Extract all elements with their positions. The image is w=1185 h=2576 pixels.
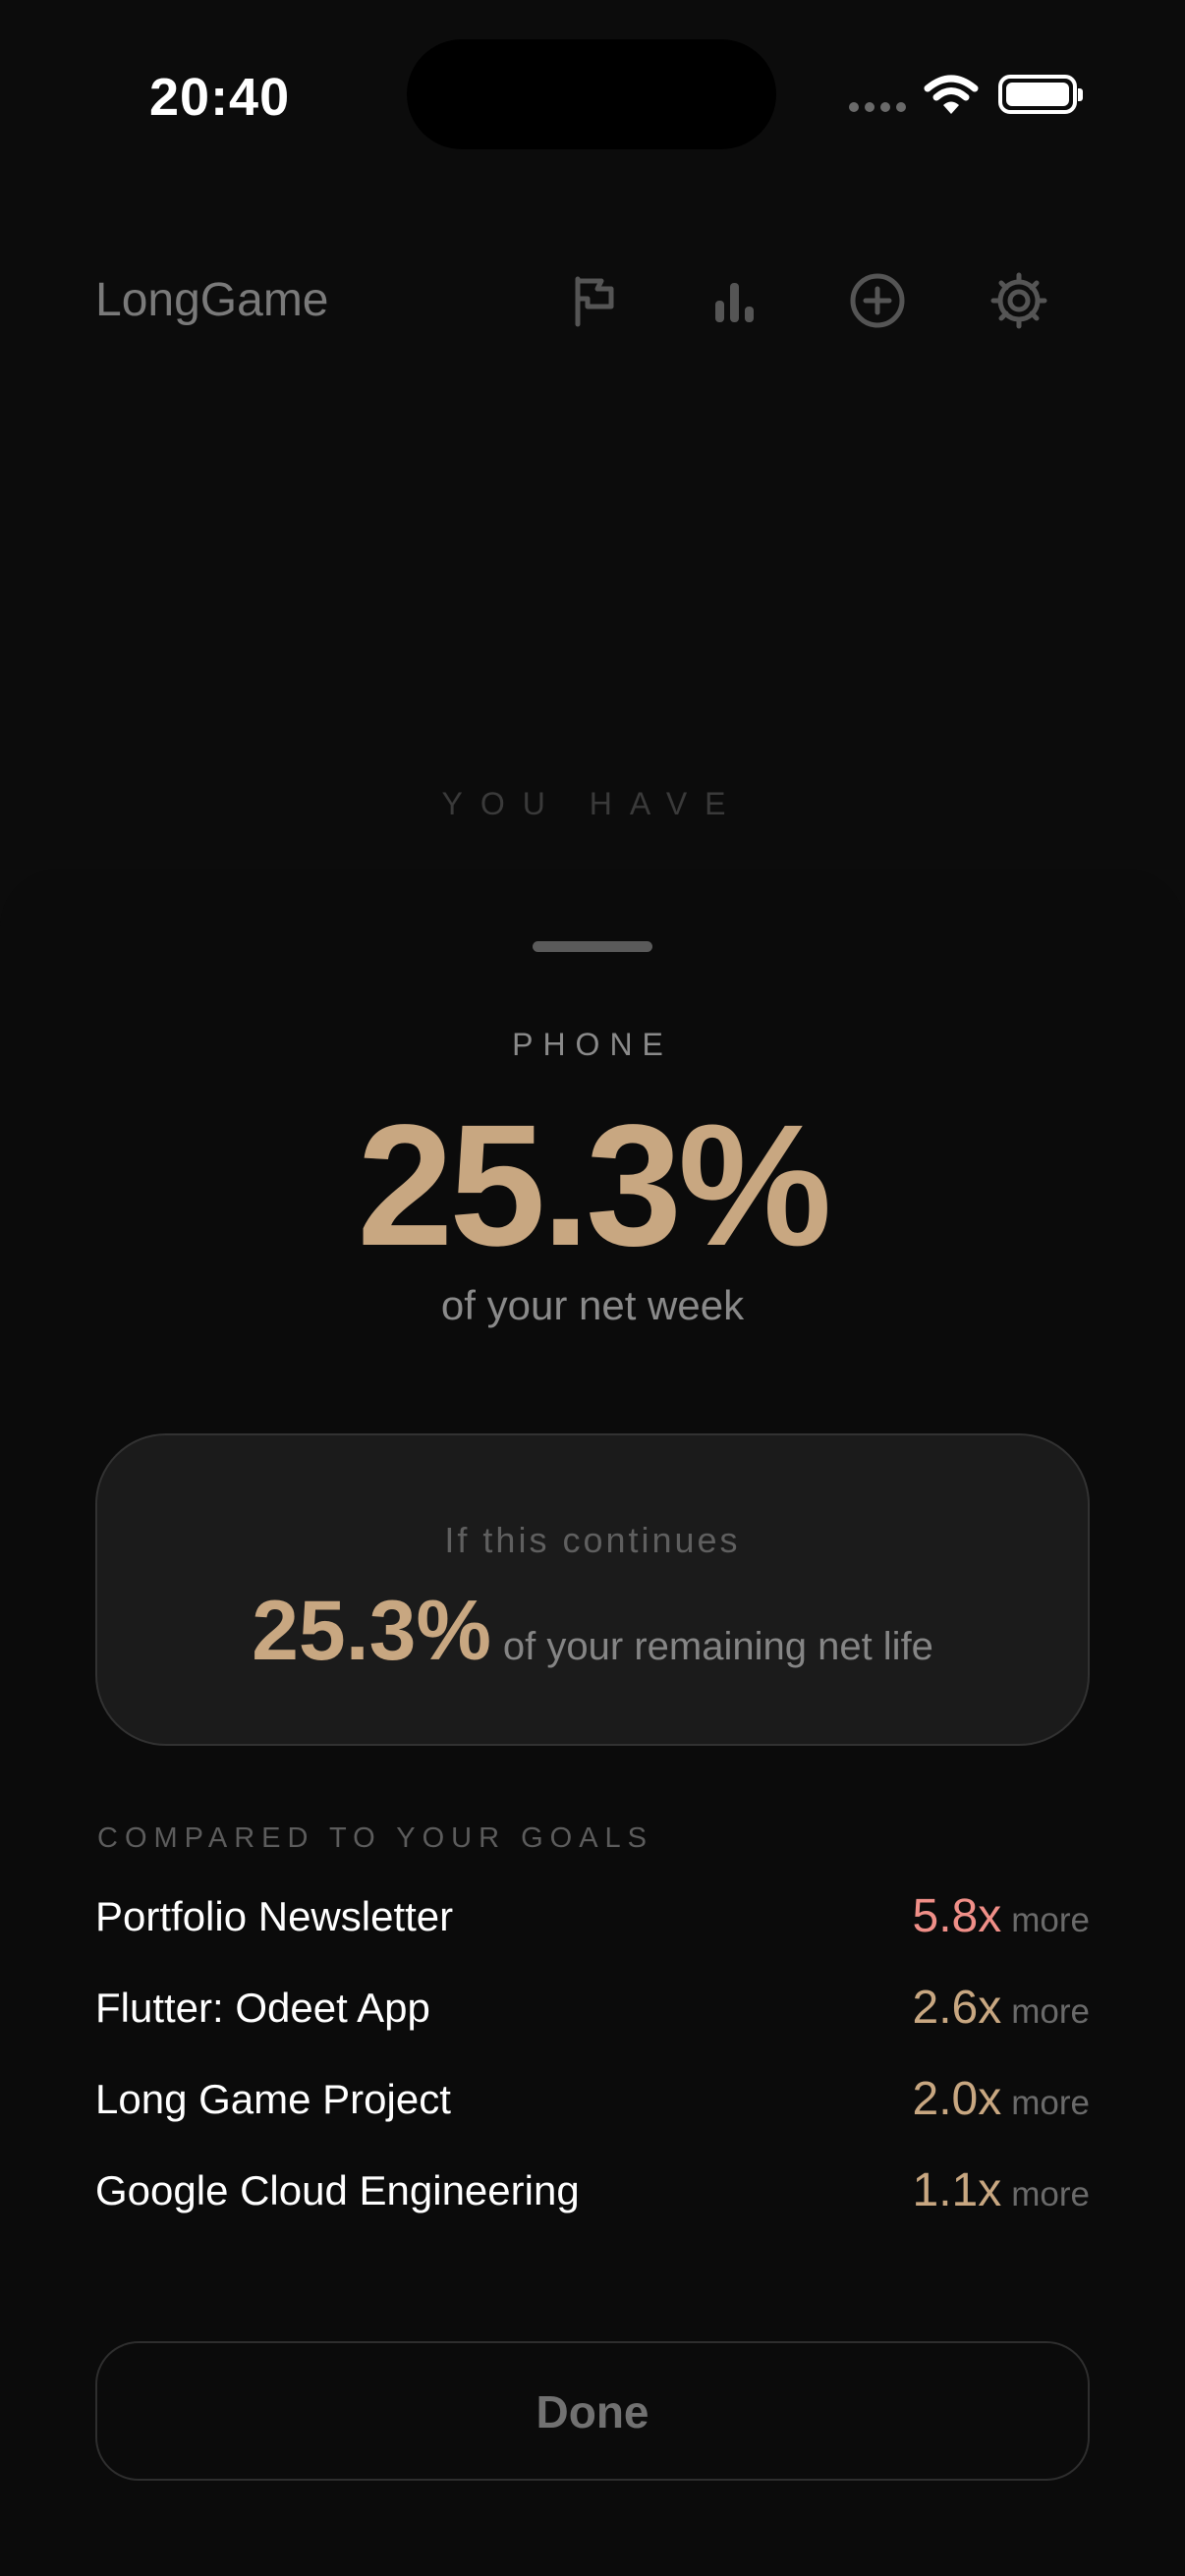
cellular-signal-icon: [849, 102, 908, 116]
projection-label: If this continues: [444, 1520, 741, 1560]
goal-row: Long Game Project 2.0x more: [95, 2066, 1090, 2135]
bottom-sheet: PHONE 25.3% of your net week If this con…: [0, 869, 1185, 2576]
goal-row: Google Cloud Engineering 1.1x more: [95, 2157, 1090, 2226]
gear-icon[interactable]: [989, 271, 1048, 330]
goal-multiplier: 2.6x: [912, 1982, 1002, 2034]
projection-value: 25.3%: [252, 1584, 491, 1678]
goal-suffix: more: [1011, 1901, 1090, 1939]
projection-card: If this continues 25.3% of your remaining…: [95, 1433, 1090, 1746]
add-circle-icon[interactable]: [848, 271, 907, 330]
goal-name: Long Game Project: [95, 2076, 451, 2122]
wifi-icon: [924, 75, 979, 114]
percentage-value: 25.3%: [357, 1090, 831, 1282]
goal-row: Flutter: Odeet App 2.6x more: [95, 1975, 1090, 2044]
dynamic-island: [407, 39, 776, 149]
bar-chart-icon[interactable]: [705, 271, 764, 330]
goal-multiplier: 2.0x: [912, 2073, 1002, 2125]
goal-suffix: more: [1011, 2084, 1090, 2122]
sheet-drag-handle[interactable]: [533, 941, 652, 952]
goal-name: Flutter: Odeet App: [95, 1985, 430, 2031]
goal-name: Google Cloud Engineering: [95, 2167, 580, 2213]
category-label: PHONE: [512, 1027, 673, 1062]
battery-icon: [998, 75, 1083, 114]
goal-multiplier: 5.8x: [912, 1890, 1002, 1942]
goal-name: Portfolio Newsletter: [95, 1893, 454, 1939]
goals-header: COMPARED TO YOUR GOALS: [97, 1822, 654, 1854]
flag-icon[interactable]: [566, 271, 625, 330]
projection-text: of your remaining net life: [502, 1625, 933, 1668]
app-title: LongGame: [95, 274, 329, 326]
done-button[interactable]: Done: [95, 2341, 1090, 2481]
percentage-caption: of your net week: [440, 1282, 745, 1328]
goal-multiplier: 1.1x: [912, 2164, 1002, 2216]
status-time: 20:40: [149, 68, 291, 127]
goal-suffix: more: [1011, 1992, 1090, 2031]
projection-line: 25.3% of your remaining net life: [97, 1583, 1088, 1680]
goal-suffix: more: [1011, 2175, 1090, 2213]
background-label: YOU HAVE: [441, 786, 744, 821]
goal-row: Portfolio Newsletter 5.8x more: [95, 1883, 1090, 1952]
